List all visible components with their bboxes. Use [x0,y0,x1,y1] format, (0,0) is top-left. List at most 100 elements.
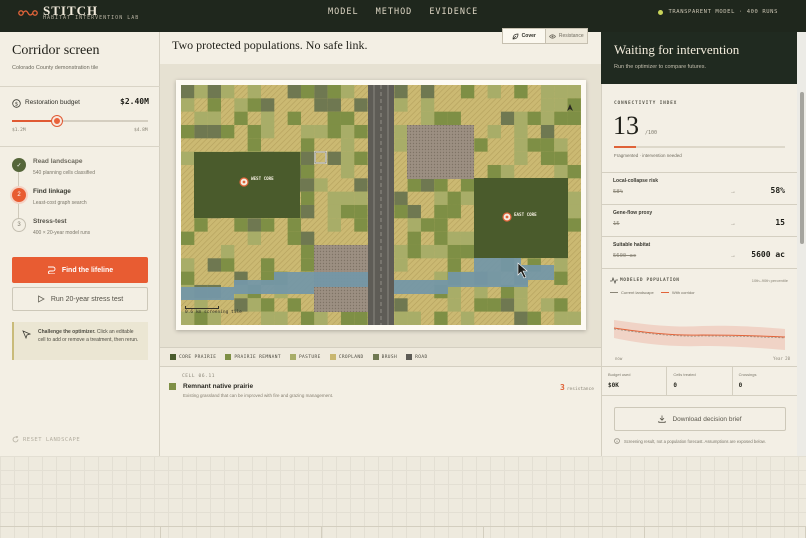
map-cell[interactable] [487,124,501,139]
map-cell[interactable] [260,124,275,139]
map-cell[interactable] [340,204,355,219]
map-cell[interactable] [514,311,528,325]
map-cell[interactable] [207,85,221,99]
map-cell[interactable] [394,311,408,325]
map-cell[interactable] [354,98,368,112]
map-cell[interactable] [554,85,568,99]
map-cell[interactable] [300,204,315,219]
east-core-marker[interactable] [502,212,512,222]
map-cell[interactable] [354,178,368,192]
map-cell[interactable] [407,218,421,232]
map-cell[interactable] [394,244,408,259]
map-cell[interactable] [540,98,555,112]
map-cell[interactable] [394,124,408,139]
map-cell[interactable] [340,151,355,165]
map-cell[interactable] [327,204,341,219]
map-cell[interactable] [460,231,475,245]
map-cell[interactable] [540,85,555,99]
map-cell[interactable] [220,244,235,259]
map-cell[interactable] [460,244,475,259]
nav-model[interactable]: MODEL [328,7,359,17]
map-cell[interactable] [434,218,448,232]
map-cell[interactable] [340,124,355,139]
map-cell[interactable] [327,191,341,205]
map-cell[interactable] [540,151,555,165]
map-cell[interactable] [327,218,341,232]
map-cell[interactable] [274,311,288,325]
map-cell[interactable] [340,191,355,205]
map-cell[interactable] [514,151,528,165]
map-cell[interactable] [314,85,328,99]
map-cell[interactable] [434,311,448,325]
map-cell[interactable] [500,298,515,312]
map-cell[interactable] [340,138,355,152]
map-cell[interactable] [394,204,408,219]
map-cell[interactable] [567,164,581,179]
map-cell[interactable] [527,111,541,125]
map-cell[interactable] [420,98,435,112]
map-cell[interactable] [554,164,568,179]
map-cell[interactable] [287,85,301,99]
map-cell[interactable] [194,124,208,139]
map-cell[interactable] [514,138,528,152]
map-cell[interactable] [300,311,315,325]
map-cell[interactable] [567,98,581,112]
map-cell[interactable] [407,178,421,192]
map-cell[interactable] [474,298,488,312]
budget-slider-thumb[interactable] [51,116,62,126]
map-cell[interactable] [300,164,315,179]
map-cell[interactable] [567,85,581,99]
map-cell[interactable] [260,298,275,312]
map-cell[interactable] [434,231,448,245]
map-cell[interactable] [247,298,261,312]
toggle-resistance[interactable]: Resistance [546,29,588,43]
map-cell[interactable] [194,111,208,125]
map-cell[interactable] [514,111,528,125]
map-cell[interactable] [434,191,448,205]
map-cell[interactable] [394,85,408,99]
map-cell[interactable] [514,85,528,99]
map-cell[interactable] [447,191,461,205]
map-cell[interactable] [540,111,555,125]
map-cell[interactable] [260,98,275,112]
map-cell[interactable] [354,204,368,219]
map-cell[interactable] [540,138,555,152]
map-cell[interactable] [220,124,235,139]
map-cell[interactable] [314,178,328,192]
map-cell[interactable] [354,124,368,139]
budget-slider[interactable] [12,116,148,126]
map-cell[interactable] [394,98,408,112]
map-cell[interactable] [247,218,261,232]
map-cell[interactable] [220,258,235,272]
map-cell[interactable] [314,98,328,112]
map-cell[interactable] [194,85,208,99]
map-cell[interactable] [487,298,501,312]
map-cell[interactable] [260,111,275,125]
map-cell[interactable] [514,124,528,139]
map-cell[interactable] [420,178,435,192]
stress-test-button[interactable]: Run 20-year stress test [12,287,148,311]
reset-landscape-button[interactable]: RESET LANDSCAPE [12,436,80,443]
map-cell[interactable] [181,85,195,99]
map-cell[interactable] [434,244,448,259]
map-cell[interactable] [247,138,261,152]
map-cell[interactable] [554,271,568,285]
map-cell[interactable] [327,85,341,99]
map-cell[interactable] [194,218,208,232]
map-cell[interactable] [447,231,461,245]
map-cell[interactable] [567,218,581,232]
map-cell[interactable] [207,258,221,272]
map-cell[interactable] [394,191,408,205]
map-cell[interactable] [540,298,555,312]
download-brief-button[interactable]: Download decision brief [614,407,786,431]
map-cell[interactable] [474,138,488,152]
map-cell[interactable] [220,85,235,99]
nav-method[interactable]: METHOD [376,7,413,17]
map-cell[interactable] [207,98,221,112]
map-cell[interactable] [354,151,368,165]
map-cell[interactable] [460,178,475,192]
map-cell[interactable] [554,258,568,272]
landscape-map[interactable]: WEST CORE EAST CORE [181,85,581,325]
map-cell[interactable] [394,258,408,272]
map-cell[interactable] [234,111,248,125]
